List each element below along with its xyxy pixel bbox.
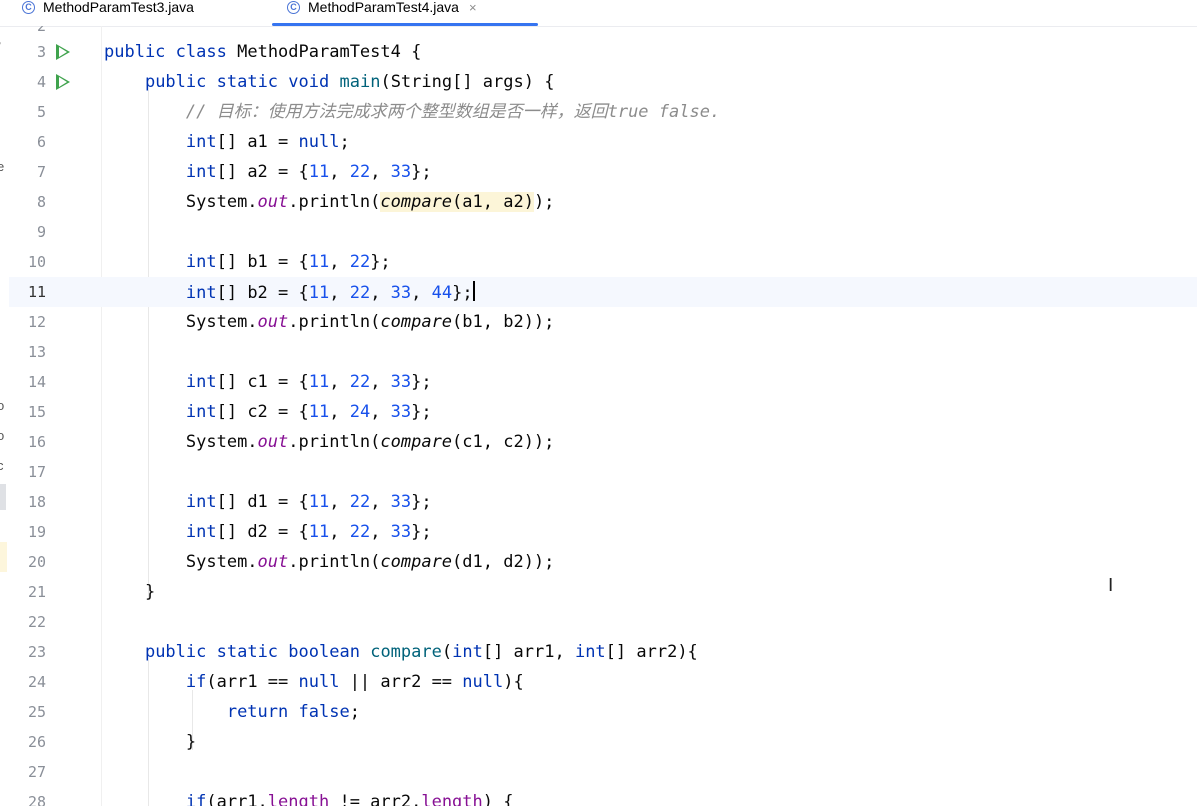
line-number: 16 [27, 433, 46, 451]
line-number: 22 [27, 613, 46, 631]
line-number: 13 [27, 343, 46, 361]
code-text: System.out.println(compare(a1, a2)); [185, 192, 555, 212]
tab-label: MethodParamTest4.java [308, 0, 459, 15]
code-text: System.out.println(compare(c1, c2)); [185, 432, 555, 452]
code-editor[interactable]: 2 3 public class MethodParamTest4 { 4 pu… [9, 26, 1197, 806]
code-text: return false; [226, 702, 360, 722]
code-text: int[] d2 = {11, 22, 33}; [185, 522, 432, 542]
code-line-15[interactable]: 15 int[] c2 = {11, 24, 33}; [9, 397, 1197, 427]
line-number: 27 [27, 763, 46, 781]
line-number: 19 [27, 523, 46, 541]
code-text: public static boolean compare(int[] arr1… [144, 642, 698, 662]
line-number: 18 [27, 493, 46, 511]
panel-glyph: e [0, 159, 5, 174]
code-text: // 目标：使用方法完成求两个整型数组是否一样，返回true false. [185, 102, 721, 122]
line-number: 20 [27, 553, 46, 571]
code-line-24[interactable]: 24 if(arr1 == null || arr2 == null){ [9, 667, 1197, 697]
code-line-9[interactable]: 9 [9, 217, 1197, 247]
code-line-16[interactable]: 16 System.out.println(compare(c1, c2)); [9, 427, 1197, 457]
code-line-5[interactable]: 5 // 目标：使用方法完成求两个整型数组是否一样，返回true false. [9, 97, 1197, 127]
tool-window-strip: / e o o c v [0, 26, 9, 806]
panel-marker [0, 484, 6, 510]
run-icon[interactable] [56, 44, 70, 60]
code-line-8[interactable]: 8 System.out.println(compare(a1, a2)); [9, 187, 1197, 217]
line-number: 21 [27, 583, 46, 601]
line-number: 12 [27, 313, 46, 331]
line-number: 26 [27, 733, 46, 751]
line-number: 5 [36, 103, 46, 121]
tab-methodparamtest4[interactable]: C MethodParamTest4.java × [287, 0, 477, 22]
editor-tab-bar: C MethodParamTest3.java C MethodParamTes… [0, 0, 1197, 27]
code-line-4[interactable]: 4 public static void main(String[] args)… [9, 67, 1197, 97]
line-number: 9 [36, 223, 46, 241]
code-line-10[interactable]: 10 int[] b1 = {11, 22}; [9, 247, 1197, 277]
panel-glyph: / [0, 40, 1, 55]
code-line-28[interactable]: 28 if(arr1.length != arr2.length) { [9, 787, 1197, 806]
line-number: 25 [27, 703, 46, 721]
code-line-27[interactable]: 27 [9, 757, 1197, 787]
code-text: public static void main(String[] args) { [144, 72, 555, 92]
line-number: 8 [36, 193, 46, 211]
line-number: 2 [36, 26, 46, 35]
code-text: public class MethodParamTest4 { [104, 42, 422, 62]
tab-label: MethodParamTest3.java [43, 0, 194, 15]
code-text: } [144, 582, 156, 602]
mouse-ibeam-cursor-icon: I [1108, 575, 1114, 596]
panel-marker [0, 542, 7, 572]
panel-glyph: o [0, 428, 5, 443]
line-number: 6 [36, 133, 46, 151]
line-number: 24 [27, 673, 46, 691]
code-text: int[] d1 = {11, 22, 33}; [185, 492, 432, 512]
line-number: 4 [36, 73, 46, 91]
code-text: } [185, 732, 197, 752]
code-line-26[interactable]: 26 } [9, 727, 1197, 757]
code-line-18[interactable]: 18 int[] d1 = {11, 22, 33}; [9, 487, 1197, 517]
code-line-6[interactable]: 6 int[] a1 = null; [9, 127, 1197, 157]
panel-glyph: c [0, 458, 4, 473]
code-line-14[interactable]: 14 int[] c1 = {11, 22, 33}; [9, 367, 1197, 397]
code-text: if(arr1.length != arr2.length) { [185, 792, 514, 806]
panel-glyph: o [0, 398, 5, 413]
code-line-25[interactable]: 25 return false; [9, 697, 1197, 727]
tab-methodparamtest3[interactable]: C MethodParamTest3.java [22, 0, 194, 22]
code-text: if(arr1 == null || arr2 == null){ [185, 672, 524, 692]
code-line-13[interactable]: 13 [9, 337, 1197, 367]
code-text: int[] c2 = {11, 24, 33}; [185, 402, 432, 422]
line-number: 10 [27, 253, 46, 271]
line-number: 11 [27, 283, 46, 301]
code-line-7[interactable]: 7 int[] a2 = {11, 22, 33}; [9, 157, 1197, 187]
line-number: 7 [36, 163, 46, 181]
code-line-12[interactable]: 12 System.out.println(compare(b1, b2)); [9, 307, 1197, 337]
line-number: 15 [27, 403, 46, 421]
code-text: System.out.println(compare(b1, b2)); [185, 312, 555, 332]
code-line-20[interactable]: 20 System.out.println(compare(d1, d2)); [9, 547, 1197, 577]
code-line-11-current[interactable]: 11 int[] b2 = {11, 22, 33, 44}; [9, 277, 1197, 307]
line-number: 3 [36, 43, 46, 61]
code-text: System.out.println(compare(d1, d2)); [185, 552, 555, 572]
close-tab-icon[interactable]: × [469, 0, 477, 15]
run-icon[interactable] [56, 74, 70, 90]
code-text: int[] a1 = null; [185, 132, 350, 152]
text-caret [472, 281, 475, 301]
code-line-3[interactable]: 3 public class MethodParamTest4 { [9, 37, 1197, 67]
code-text: int[] c1 = {11, 22, 33}; [185, 372, 432, 392]
java-class-icon: C [287, 0, 300, 14]
code-line-23[interactable]: 23 public static boolean compare(int[] a… [9, 637, 1197, 667]
line-number: 28 [27, 793, 46, 806]
java-class-icon: C [22, 0, 35, 14]
line-number: 23 [27, 643, 46, 661]
code-line-19[interactable]: 19 int[] d2 = {11, 22, 33}; [9, 517, 1197, 547]
line-number: 17 [27, 463, 46, 481]
code-line-17[interactable]: 17 [9, 457, 1197, 487]
code-text: int[] b2 = {11, 22, 33, 44}; [185, 281, 475, 303]
code-text: int[] b1 = {11, 22}; [185, 252, 391, 272]
code-line-22[interactable]: 22 [9, 607, 1197, 637]
code-line-21[interactable]: 21 } [9, 577, 1197, 607]
code-text: int[] a2 = {11, 22, 33}; [185, 162, 432, 182]
line-number: 14 [27, 373, 46, 391]
